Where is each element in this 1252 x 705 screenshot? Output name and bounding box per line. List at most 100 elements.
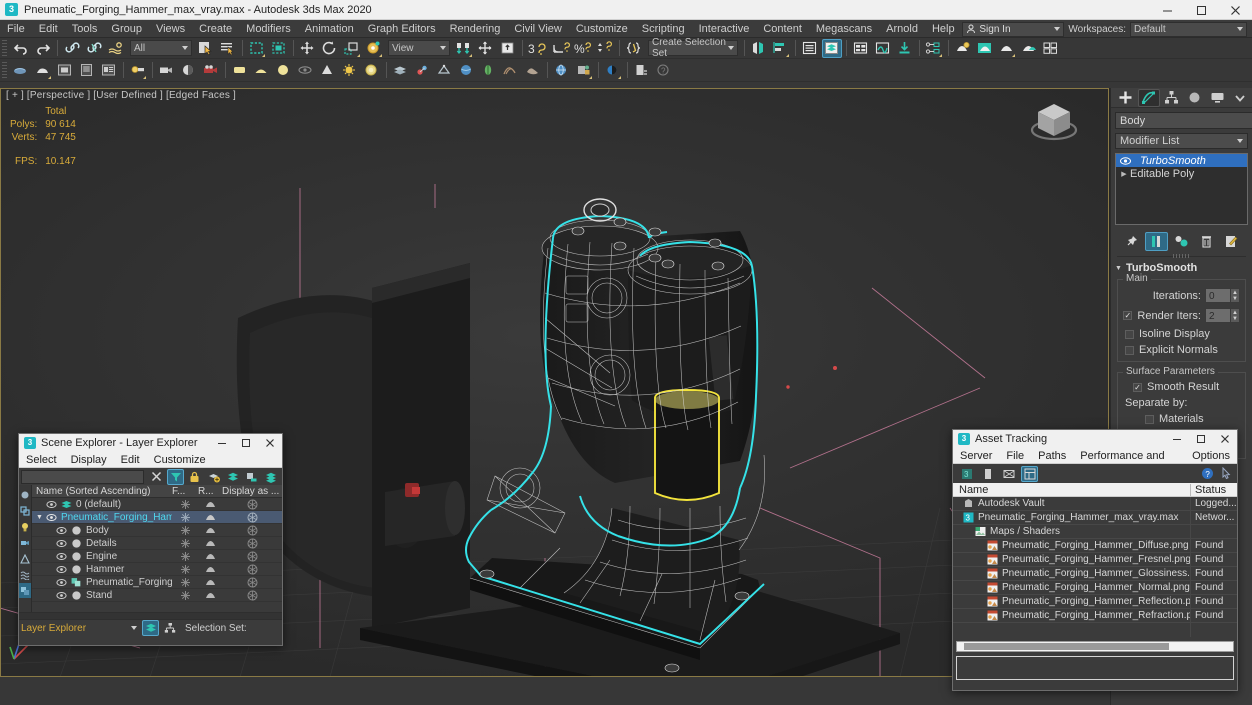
menu-views[interactable]: Views (149, 20, 192, 38)
freeze-toggle[interactable] (172, 551, 198, 561)
render-toggle[interactable] (198, 539, 222, 547)
viewport-label[interactable]: [ + ] [Perspective ] [User Defined ] [Ed… (6, 90, 236, 101)
eye-icon[interactable] (296, 61, 316, 80)
at-menu-options[interactable]: Options (1185, 448, 1237, 464)
freeze-toggle[interactable] (172, 525, 198, 535)
snaps-toggle-button[interactable]: 3 (527, 39, 549, 58)
filter-lights-icon[interactable] (19, 519, 31, 534)
rectangular-selection-region-button[interactable] (247, 39, 267, 58)
render-toggle[interactable] (198, 526, 222, 534)
chevron-down-icon[interactable] (131, 626, 137, 630)
select-and-move-button[interactable] (298, 39, 318, 58)
cloth-icon[interactable] (523, 61, 543, 80)
edit-named-selection-sets-button[interactable] (624, 39, 644, 58)
menu-edit[interactable]: Edit (32, 20, 65, 38)
maximize-button[interactable] (234, 434, 258, 452)
toggle-layer-explorer-button[interactable] (822, 38, 842, 58)
column-render[interactable]: R... (198, 486, 222, 497)
minimize-button[interactable] (1165, 430, 1189, 448)
table-row-empty[interactable] (953, 623, 1237, 637)
spinner-arrows-icon[interactable]: ▲ ▼ (1231, 308, 1240, 323)
freeze-toggle[interactable] (172, 577, 198, 587)
layer-stack-icon[interactable] (262, 469, 279, 485)
menu-interactive[interactable]: Interactive (692, 20, 757, 38)
render-toggle[interactable] (198, 513, 222, 521)
image-frame-icon[interactable] (55, 61, 75, 80)
disc-primitive-icon[interactable] (274, 61, 294, 80)
display-as-toggle[interactable] (222, 564, 282, 575)
show-end-result-button[interactable] (1145, 232, 1168, 251)
lock-icon[interactable] (186, 469, 203, 485)
asset-tracking-hscrollbar[interactable] (956, 641, 1234, 652)
toggle-viewport-icon[interactable] (603, 61, 623, 80)
display-as-toggle[interactable] (222, 499, 282, 510)
camera-icon[interactable] (157, 61, 177, 80)
stack-item-editable-poly[interactable]: ▶ Editable Poly (1116, 167, 1247, 180)
document-icon[interactable] (77, 61, 97, 80)
render-iters-value[interactable]: 2 (1205, 308, 1231, 323)
select-by-name-button[interactable] (218, 39, 238, 58)
select-and-scale-button[interactable] (342, 39, 362, 58)
schematic-view-button[interactable] (924, 39, 944, 58)
freeze-toggle[interactable] (172, 538, 198, 548)
add-layer-icon[interactable] (205, 469, 222, 485)
explicit-normals-checkbox[interactable] (1125, 345, 1134, 355)
display-tab[interactable] (1206, 89, 1228, 107)
materials-checkbox[interactable] (1145, 414, 1154, 424)
menu-tools[interactable]: Tools (65, 20, 105, 38)
smooth-result-row[interactable]: ✓ Smooth Result (1123, 381, 1240, 393)
bind-to-space-warp-button[interactable] (106, 39, 126, 58)
chevron-right-icon[interactable]: ▶ (1118, 170, 1130, 178)
close-button[interactable] (1218, 0, 1252, 20)
close-button[interactable] (258, 434, 282, 452)
sun-light-icon[interactable] (362, 61, 382, 80)
menu-file[interactable]: File (0, 20, 32, 38)
select-and-rotate-button[interactable] (320, 39, 340, 58)
align-button[interactable] (771, 39, 791, 58)
filter-geometry-icon[interactable] (19, 487, 31, 502)
expand-all-icon[interactable] (1021, 465, 1038, 482)
omni-light-icon[interactable] (340, 61, 360, 80)
table-row[interactable]: Hammer (32, 563, 282, 576)
sign-in-button[interactable]: Sign In (962, 21, 1065, 37)
menu-animation[interactable]: Animation (298, 20, 361, 38)
table-row[interactable]: Body (32, 524, 282, 537)
select-and-manipulate-button[interactable] (476, 39, 496, 58)
render-toggle[interactable] (198, 591, 222, 599)
table-row[interactable]: Pneumatic_Forging_Hammer_Reflection.png … (953, 594, 1237, 609)
curve-editor-button[interactable] (873, 39, 893, 58)
globe-icon[interactable] (552, 61, 572, 80)
open-render-frame-button[interactable] (1041, 39, 1061, 58)
detail-view-icon[interactable] (1000, 466, 1017, 482)
freeze-toggle[interactable] (172, 499, 198, 509)
menu-graph-editors[interactable]: Graph Editors (361, 20, 443, 38)
render-toggle[interactable] (198, 500, 222, 508)
maximize-button[interactable] (1184, 0, 1218, 20)
rendered-frame-window-button[interactable] (975, 39, 995, 58)
menu-scripting[interactable]: Scripting (635, 20, 692, 38)
expand-toggle-icon[interactable]: ▼ (36, 514, 43, 521)
named-selection-set-combo[interactable]: Create Selection Set (648, 37, 738, 59)
freeze-toggle[interactable] (172, 564, 198, 574)
column-name[interactable]: Name (Sorted Ascending) (32, 486, 172, 497)
keyboard-shortcut-override-button[interactable] (498, 39, 518, 58)
mirror-button[interactable] (749, 39, 769, 58)
column-freeze[interactable]: F... (172, 486, 198, 497)
asset-tracking-window[interactable]: 3 Asset Tracking Server File Paths Bitma… (952, 429, 1238, 691)
iterations-spinner[interactable]: 0 ▲ ▼ (1205, 288, 1240, 303)
help-circle-icon[interactable]: ? (1201, 467, 1214, 480)
view-cube-icon[interactable] (1025, 94, 1083, 146)
table-row[interactable]: Pneumatic_Forging_Hammer_Fresnel.png Fou… (953, 552, 1237, 567)
hierarchy-mode-button[interactable] (161, 620, 178, 636)
filter-funnel-icon[interactable] (167, 468, 184, 485)
materials-row[interactable]: Materials (1123, 413, 1240, 425)
green-object-icon[interactable] (479, 61, 499, 80)
filter-shapes-icon[interactable] (19, 503, 31, 518)
box-primitive-icon[interactable] (230, 61, 250, 80)
table-row[interactable]: ▼ Pneumatic_Forging_Hammer (32, 511, 282, 524)
table-row[interactable]: Engine (32, 550, 282, 563)
hair-fur-icon[interactable] (501, 61, 521, 80)
close-button[interactable] (1213, 430, 1237, 448)
display-as-toggle[interactable] (222, 577, 282, 588)
scene-explorer-window[interactable]: 3 Scene Explorer - Layer Explorer Select… (18, 433, 283, 646)
